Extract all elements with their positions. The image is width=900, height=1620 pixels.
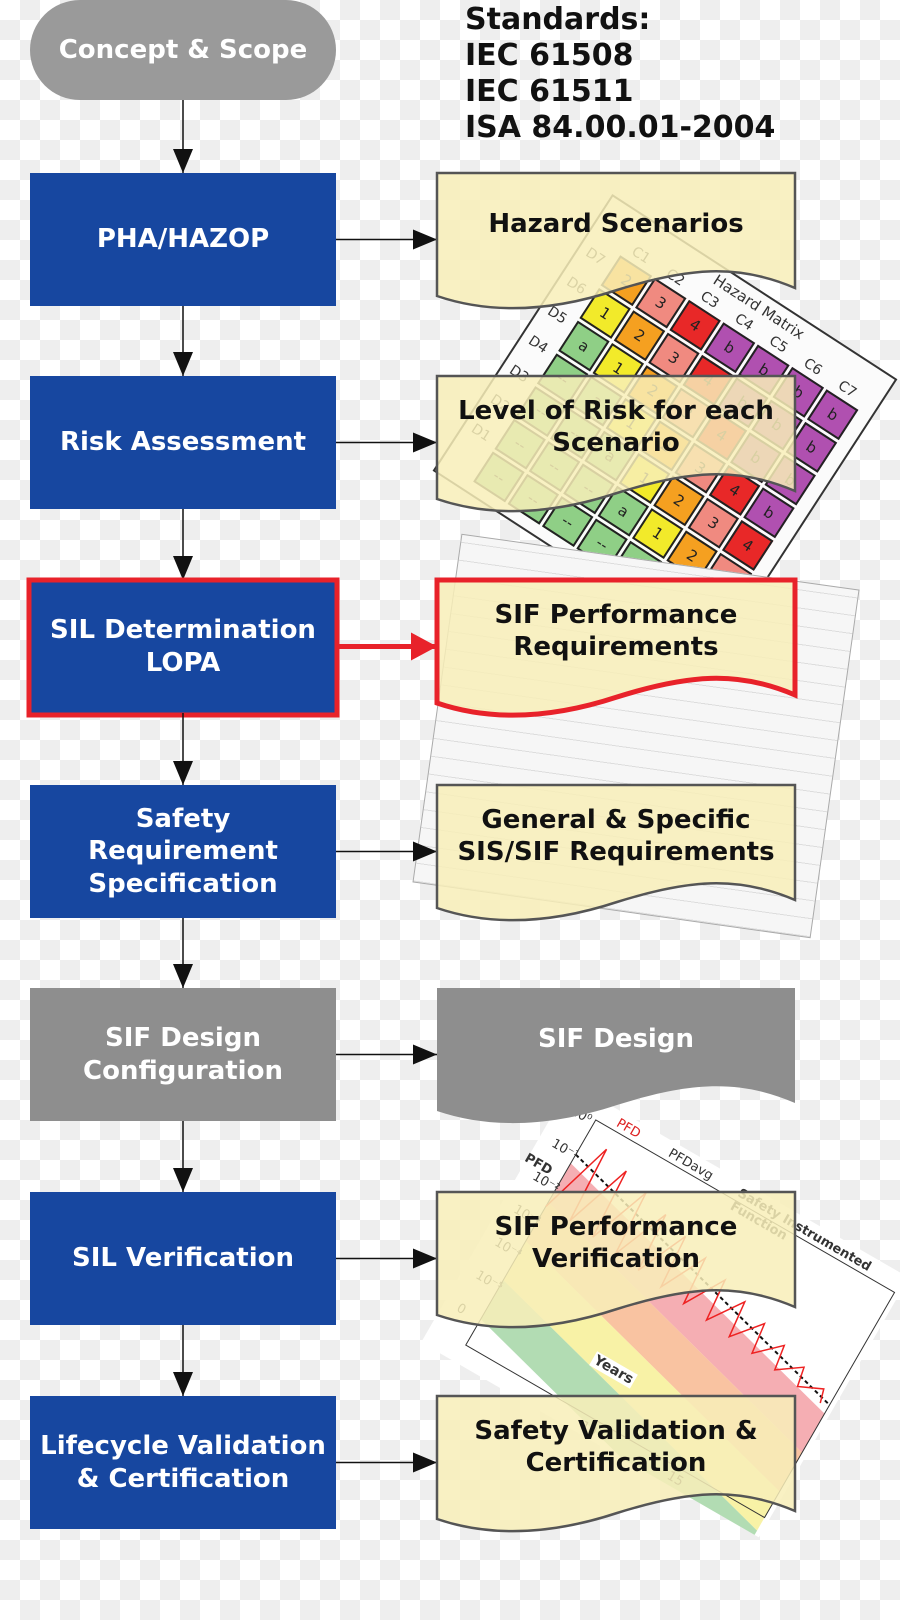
standards-heading: Standards: <box>465 2 651 37</box>
standards-list: Standards: IEC 61508 IEC 61511 ISA 84.00… <box>465 2 775 146</box>
output-document-4[interactable]: General & Specific SIS/SIF Requirements <box>457 793 775 879</box>
output-document-6[interactable]: SIF Performance Verification <box>457 1200 775 1286</box>
standard-item: IEC 61511 <box>465 74 634 109</box>
standard-item: ISA 84.00.01-2004 <box>465 110 776 145</box>
arrow-head-icon <box>413 1248 437 1269</box>
output-document-1[interactable]: Hazard Scenarios <box>457 181 775 267</box>
process-step-3[interactable]: SIL Determination LOPA <box>38 580 328 713</box>
arrow-head-icon <box>413 229 437 250</box>
start-concept-scope[interactable]: Concept & Scope <box>30 0 336 100</box>
standard-item: IEC 61508 <box>465 38 634 73</box>
output-document-3[interactable]: SIF Performance Requirements <box>457 588 775 674</box>
arrow-head-icon <box>173 352 193 376</box>
arrow-head-icon <box>413 841 437 862</box>
arrow-head-icon <box>411 632 437 661</box>
output-document-7[interactable]: Safety Validation & Certification <box>457 1404 775 1490</box>
process-step-2[interactable]: Risk Assessment <box>38 376 328 509</box>
arrow-head-icon <box>173 1168 193 1192</box>
process-step-6[interactable]: SIL Verification <box>38 1192 328 1325</box>
arrow-head-icon <box>173 149 193 173</box>
arrow-head-icon <box>173 761 193 785</box>
arrow-head-icon <box>173 1372 193 1396</box>
arrow-head-icon <box>173 556 193 580</box>
process-step-1[interactable]: PHA/HAZOP <box>38 173 328 306</box>
output-document-5[interactable]: SIF Design <box>457 996 775 1082</box>
output-document-2[interactable]: Level of Risk for each Scenario <box>457 384 775 470</box>
arrow-head-icon <box>413 1452 437 1473</box>
process-step-5[interactable]: SIF Design Configuration <box>38 988 328 1121</box>
process-step-4[interactable]: Safety Requirement Specification <box>38 785 328 918</box>
process-step-7[interactable]: Lifecycle Validation & Certification <box>38 1396 328 1529</box>
arrow-head-icon <box>413 1044 437 1065</box>
arrow-head-icon <box>413 432 437 453</box>
arrow-head-icon <box>173 964 193 988</box>
